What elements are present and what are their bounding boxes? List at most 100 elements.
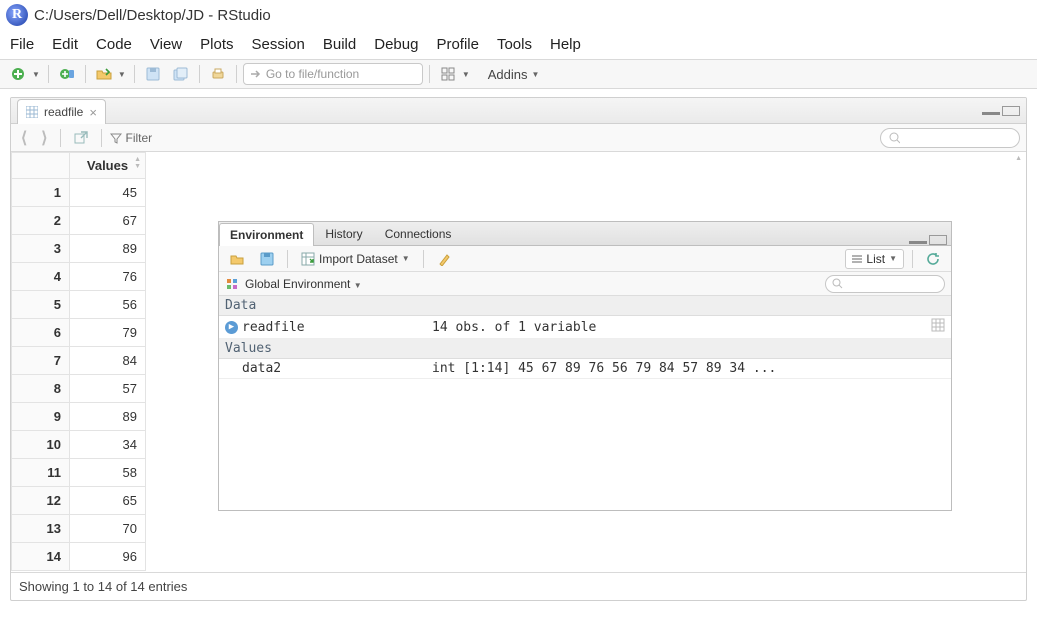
env-tab-row: Environment History Connections bbox=[219, 222, 951, 246]
minimize-pane-button[interactable] bbox=[982, 107, 1000, 115]
row-number: 12 bbox=[12, 487, 70, 515]
save-workspace-button[interactable] bbox=[255, 248, 279, 270]
separator bbox=[912, 250, 913, 268]
menu-file[interactable]: File bbox=[10, 36, 34, 53]
cell-value: 76 bbox=[70, 263, 146, 291]
open-file-button[interactable] bbox=[92, 63, 116, 85]
separator bbox=[48, 65, 49, 83]
separator bbox=[199, 65, 200, 83]
row-number: 1 bbox=[12, 179, 70, 207]
env-object-data2[interactable]: data2 int [1:14] 45 67 89 76 56 79 84 57… bbox=[219, 359, 951, 379]
tab-label: readfile bbox=[44, 105, 83, 119]
cell-value: 58 bbox=[70, 459, 146, 487]
tab-readfile[interactable]: readfile × bbox=[17, 99, 106, 124]
cell-value: 67 bbox=[70, 207, 146, 235]
menu-session[interactable]: Session bbox=[252, 36, 305, 53]
maximize-pane-button[interactable] bbox=[1002, 106, 1020, 116]
view-mode-button[interactable]: List ▼ bbox=[845, 249, 904, 269]
filter-button[interactable]: Filter bbox=[110, 131, 153, 145]
table-row[interactable]: 679 bbox=[12, 319, 146, 347]
search-icon bbox=[889, 132, 900, 144]
env-maximize-button[interactable] bbox=[929, 235, 947, 245]
rstudio-logo-icon: R bbox=[6, 4, 28, 26]
tab-connections[interactable]: Connections bbox=[374, 222, 463, 245]
row-number: 11 bbox=[12, 459, 70, 487]
env-minimize-button[interactable] bbox=[909, 236, 927, 244]
menu-tools[interactable]: Tools bbox=[497, 36, 532, 53]
menu-profile[interactable]: Profile bbox=[436, 36, 479, 53]
workspace-panes-dropdown[interactable]: ▼ bbox=[462, 70, 470, 79]
save-button[interactable] bbox=[141, 63, 165, 85]
addins-menu[interactable]: Addins▼ bbox=[488, 67, 540, 82]
cell-value: 34 bbox=[70, 431, 146, 459]
row-number: 13 bbox=[12, 515, 70, 543]
tab-environment[interactable]: Environment bbox=[219, 223, 314, 246]
open-file-dropdown[interactable]: ▼ bbox=[118, 70, 126, 79]
menu-build[interactable]: Build bbox=[323, 36, 356, 53]
table-row[interactable]: 1496 bbox=[12, 543, 146, 571]
table-row[interactable]: 989 bbox=[12, 403, 146, 431]
close-tab-button[interactable]: × bbox=[89, 105, 97, 120]
row-number: 4 bbox=[12, 263, 70, 291]
import-dataset-button[interactable]: Import Dataset ▼ bbox=[296, 248, 415, 270]
workspace-panes-button[interactable] bbox=[436, 63, 460, 85]
filter-icon bbox=[110, 132, 122, 144]
menu-edit[interactable]: Edit bbox=[52, 36, 78, 53]
data-search-input[interactable] bbox=[880, 128, 1020, 148]
table-row[interactable]: 1034 bbox=[12, 431, 146, 459]
table-row[interactable]: 476 bbox=[12, 263, 146, 291]
row-number: 2 bbox=[12, 207, 70, 235]
new-project-button[interactable] bbox=[55, 63, 79, 85]
scope-selector[interactable]: Global Environment ▼ bbox=[245, 277, 362, 291]
env-body: Data ▶ readfile 14 obs. of 1 variable Va… bbox=[219, 296, 951, 379]
table-row[interactable]: 1265 bbox=[12, 487, 146, 515]
source-tab-row: readfile × bbox=[11, 98, 1026, 124]
new-file-button[interactable] bbox=[6, 63, 30, 85]
nav-forward-button[interactable]: ⟩ bbox=[37, 128, 51, 148]
object-desc: int [1:14] 45 67 89 76 56 79 84 57 89 34… bbox=[432, 361, 945, 376]
table-row[interactable]: 784 bbox=[12, 347, 146, 375]
table-row[interactable]: 1370 bbox=[12, 515, 146, 543]
import-icon bbox=[301, 252, 315, 266]
view-data-icon[interactable] bbox=[931, 318, 945, 336]
column-header-values[interactable]: Values▲▼ bbox=[70, 153, 146, 179]
table-row[interactable]: 556 bbox=[12, 291, 146, 319]
menu-help[interactable]: Help bbox=[550, 36, 581, 53]
table-row[interactable]: 389 bbox=[12, 235, 146, 263]
table-row[interactable]: 267 bbox=[12, 207, 146, 235]
separator bbox=[101, 129, 102, 147]
row-number: 9 bbox=[12, 403, 70, 431]
main-toolbar: ▼ ▼ Go to file/function ▼ Addins▼ bbox=[0, 59, 1037, 89]
cell-value: 96 bbox=[70, 543, 146, 571]
expand-icon[interactable]: ▶ bbox=[225, 321, 238, 334]
nav-back-button[interactable]: ⟨ bbox=[17, 128, 31, 148]
row-number: 5 bbox=[12, 291, 70, 319]
cell-value: 56 bbox=[70, 291, 146, 319]
load-workspace-button[interactable] bbox=[225, 248, 249, 270]
print-button[interactable] bbox=[206, 63, 230, 85]
goto-placeholder: Go to file/function bbox=[266, 67, 359, 81]
cell-value: 45 bbox=[70, 179, 146, 207]
separator bbox=[85, 65, 86, 83]
table-row[interactable]: 1158 bbox=[12, 459, 146, 487]
tab-history[interactable]: History bbox=[314, 222, 373, 245]
refresh-button[interactable] bbox=[921, 248, 945, 270]
env-search-input[interactable] bbox=[825, 275, 945, 293]
menubar: File Edit Code View Plots Session Build … bbox=[0, 30, 1037, 59]
new-file-dropdown[interactable]: ▼ bbox=[32, 70, 40, 79]
popout-button[interactable] bbox=[69, 127, 93, 149]
goto-file-input[interactable]: Go to file/function bbox=[243, 63, 423, 85]
table-row[interactable]: 145 bbox=[12, 179, 146, 207]
list-icon bbox=[852, 254, 862, 264]
cell-value: 79 bbox=[70, 319, 146, 347]
table-row[interactable]: 857 bbox=[12, 375, 146, 403]
clear-workspace-button[interactable] bbox=[432, 248, 456, 270]
menu-debug[interactable]: Debug bbox=[374, 36, 418, 53]
env-section-values: Values bbox=[219, 339, 951, 359]
menu-view[interactable]: View bbox=[150, 36, 182, 53]
menu-code[interactable]: Code bbox=[96, 36, 132, 53]
row-index-header[interactable]: ▲ bbox=[12, 153, 70, 179]
menu-plots[interactable]: Plots bbox=[200, 36, 233, 53]
env-object-readfile[interactable]: ▶ readfile 14 obs. of 1 variable bbox=[219, 316, 951, 339]
save-all-button[interactable] bbox=[169, 63, 193, 85]
